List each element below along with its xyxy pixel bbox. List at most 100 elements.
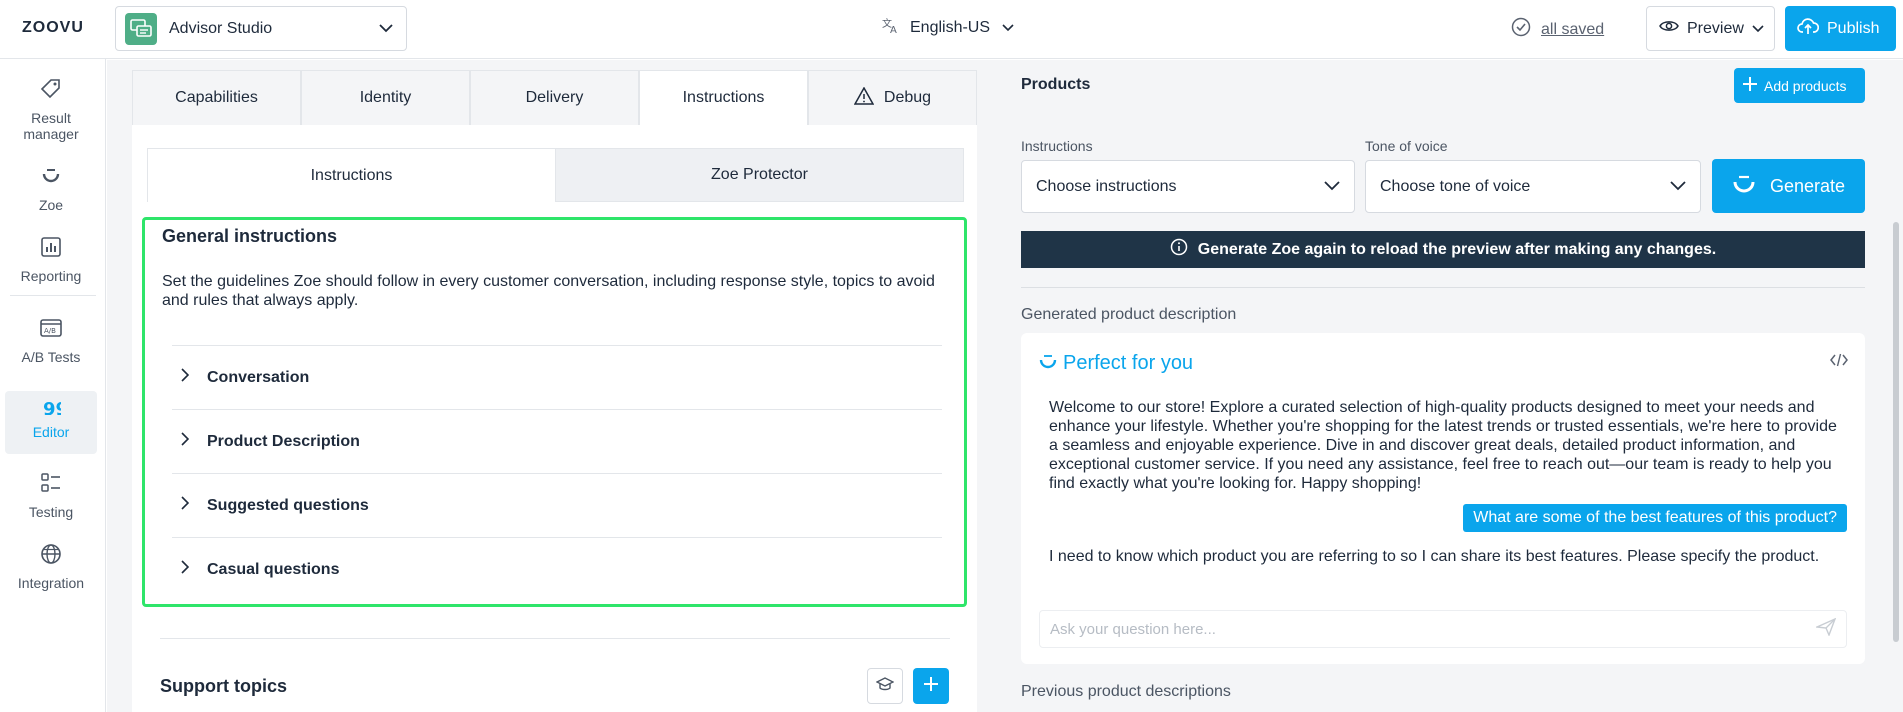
advisor-studio-icon	[125, 12, 157, 45]
instructions-subtabs: Instructions Zoe Protector	[147, 148, 964, 202]
add-support-topic-button[interactable]	[913, 668, 949, 704]
preview-button[interactable]: Preview	[1646, 6, 1775, 51]
subtab-label: Zoe Protector	[711, 166, 808, 183]
preview-title: Perfect for you	[1039, 352, 1193, 375]
sidebar-item-label: Testing	[28, 504, 74, 520]
publish-button[interactable]: Publish	[1785, 6, 1896, 51]
tab-capabilities[interactable]: Capabilities	[132, 70, 301, 125]
tab-debug[interactable]: Debug	[808, 70, 977, 125]
instructions-select-value: Choose instructions	[1036, 177, 1177, 195]
save-status[interactable]: all saved	[1511, 17, 1604, 42]
sidebar-item-testing[interactable]: Testing	[5, 471, 97, 520]
generate-label: Generate	[1769, 175, 1846, 196]
tone-select[interactable]: Choose tone of voice	[1365, 160, 1701, 213]
subtab-zoe-protector[interactable]: Zoe Protector	[555, 148, 964, 202]
scrollbar[interactable]	[1893, 222, 1899, 642]
sidebar-item-label: Reporting	[20, 268, 82, 284]
tab-label: Instructions	[682, 89, 765, 106]
chevron-right-icon	[181, 496, 190, 515]
suggested-question-chip[interactable]: What are some of the best features of th…	[1463, 504, 1847, 532]
sidebar-item-ab-tests[interactable]: A/B A/B Tests	[5, 316, 97, 365]
accordion-label: Suggested questions	[207, 496, 369, 514]
bar-chart-icon	[39, 235, 63, 268]
add-products-button[interactable]: Add products	[1734, 68, 1865, 103]
sidebar-item-integration[interactable]: Integration	[5, 542, 97, 591]
welcome-message: Welcome to our store! Explore a curated …	[1049, 399, 1837, 492]
divider	[1021, 287, 1865, 288]
svg-text:A/B: A/B	[44, 327, 56, 335]
globe-icon	[39, 542, 63, 575]
language-label: English-US	[910, 18, 991, 36]
sidebar-item-editor[interactable]: 99 Editor	[5, 391, 97, 454]
tab-instructions[interactable]: Instructions	[639, 70, 808, 125]
chevron-down-icon	[1000, 20, 1016, 36]
tab-label: Debug	[883, 89, 932, 106]
sidebar-item-label: Zoe	[38, 197, 64, 213]
support-topics-title: Support topics	[160, 676, 287, 696]
ab-test-icon: A/B	[39, 316, 63, 349]
answer-message: I need to know which product you are ref…	[1049, 548, 1820, 565]
generate-button[interactable]: Generate	[1712, 159, 1865, 213]
sidebar-item-zoe[interactable]: Zoe	[5, 164, 97, 213]
sidebar-item-label: A/B Tests	[21, 349, 81, 365]
chevron-down-icon	[1752, 21, 1764, 37]
sidebar-item-result-manager[interactable]: Result manager	[5, 77, 97, 142]
send-icon[interactable]	[1814, 617, 1837, 640]
sidebar-item-label: Editor	[32, 424, 70, 440]
sidebar-divider	[10, 295, 96, 296]
sidebar-item-label: Integration	[17, 575, 85, 591]
svg-text:A: A	[890, 25, 897, 34]
tab-label: Delivery	[525, 89, 584, 106]
accordion-label: Conversation	[207, 368, 310, 386]
chevron-down-icon	[378, 21, 394, 37]
tab-identity[interactable]: Identity	[301, 70, 470, 125]
checklist-icon	[39, 471, 63, 504]
add-products-label: Add products	[1764, 77, 1847, 94]
section-title: General instructions	[162, 226, 338, 246]
accordion-label: Product Description	[207, 432, 360, 450]
ask-question-input[interactable]: Ask your question here...	[1039, 610, 1847, 648]
subtab-label: Instructions	[310, 166, 393, 184]
general-instructions-section: General instructions Set the guidelines …	[142, 217, 967, 607]
code-icon[interactable]	[1830, 353, 1848, 372]
section-description: Set the guidelines Zoe should follow in …	[162, 273, 935, 309]
chevron-right-icon	[181, 368, 190, 387]
chevron-down-icon	[1324, 178, 1340, 196]
check-circle-icon	[1511, 17, 1531, 42]
warning-icon	[853, 85, 875, 110]
accordion-casual-questions[interactable]: Casual questions	[172, 537, 942, 601]
sidebar-item-label: Result manager	[23, 110, 79, 142]
chevron-right-icon	[181, 432, 190, 451]
sidebar-item-reporting[interactable]: Reporting	[5, 235, 97, 284]
top-bar: ZOOVU Advisor Studio 文A English-US all s…	[0, 0, 1903, 59]
eye-icon	[1659, 19, 1679, 38]
preview-title-text: Perfect for you	[1063, 352, 1194, 374]
support-topics-learn-button[interactable]	[867, 668, 903, 704]
previous-descriptions-label: Previous product descriptions	[1021, 683, 1231, 700]
graduation-cap-icon	[875, 676, 895, 696]
accordion-product-description[interactable]: Product Description	[172, 409, 942, 473]
chevron-right-icon	[181, 560, 190, 579]
regenerate-notice: Generate Zoe again to reload the preview…	[1021, 231, 1865, 268]
tab-label: Identity	[359, 89, 412, 106]
subtab-instructions[interactable]: Instructions	[147, 148, 555, 202]
divider	[160, 638, 950, 639]
accordion-conversation[interactable]: Conversation	[172, 345, 942, 409]
saved-link[interactable]: all saved	[1541, 21, 1604, 39]
products-panel: Products Add products Instructions Choos…	[1001, 60, 1891, 712]
accordion-suggested-questions[interactable]: Suggested questions	[172, 473, 942, 537]
app-selector[interactable]: Advisor Studio	[115, 6, 407, 51]
instructions-select[interactable]: Choose instructions	[1021, 160, 1355, 213]
generated-description-label: Generated product description	[1021, 306, 1237, 323]
tone-select-value: Choose tone of voice	[1380, 177, 1531, 195]
language-selector[interactable]: 文A English-US	[882, 16, 1016, 39]
tag-icon	[39, 77, 63, 110]
publish-label: Publish	[1827, 19, 1880, 37]
info-icon	[1170, 238, 1188, 261]
instructions-panel: Instructions Zoe Protector General instr…	[132, 125, 977, 712]
plus-icon	[1742, 76, 1758, 95]
editor-tabs: Capabilities Identity Delivery Instructi…	[132, 70, 977, 125]
tab-delivery[interactable]: Delivery	[470, 70, 639, 125]
tone-field-label: Tone of voice	[1365, 138, 1448, 154]
translate-icon: 文A	[882, 16, 900, 39]
